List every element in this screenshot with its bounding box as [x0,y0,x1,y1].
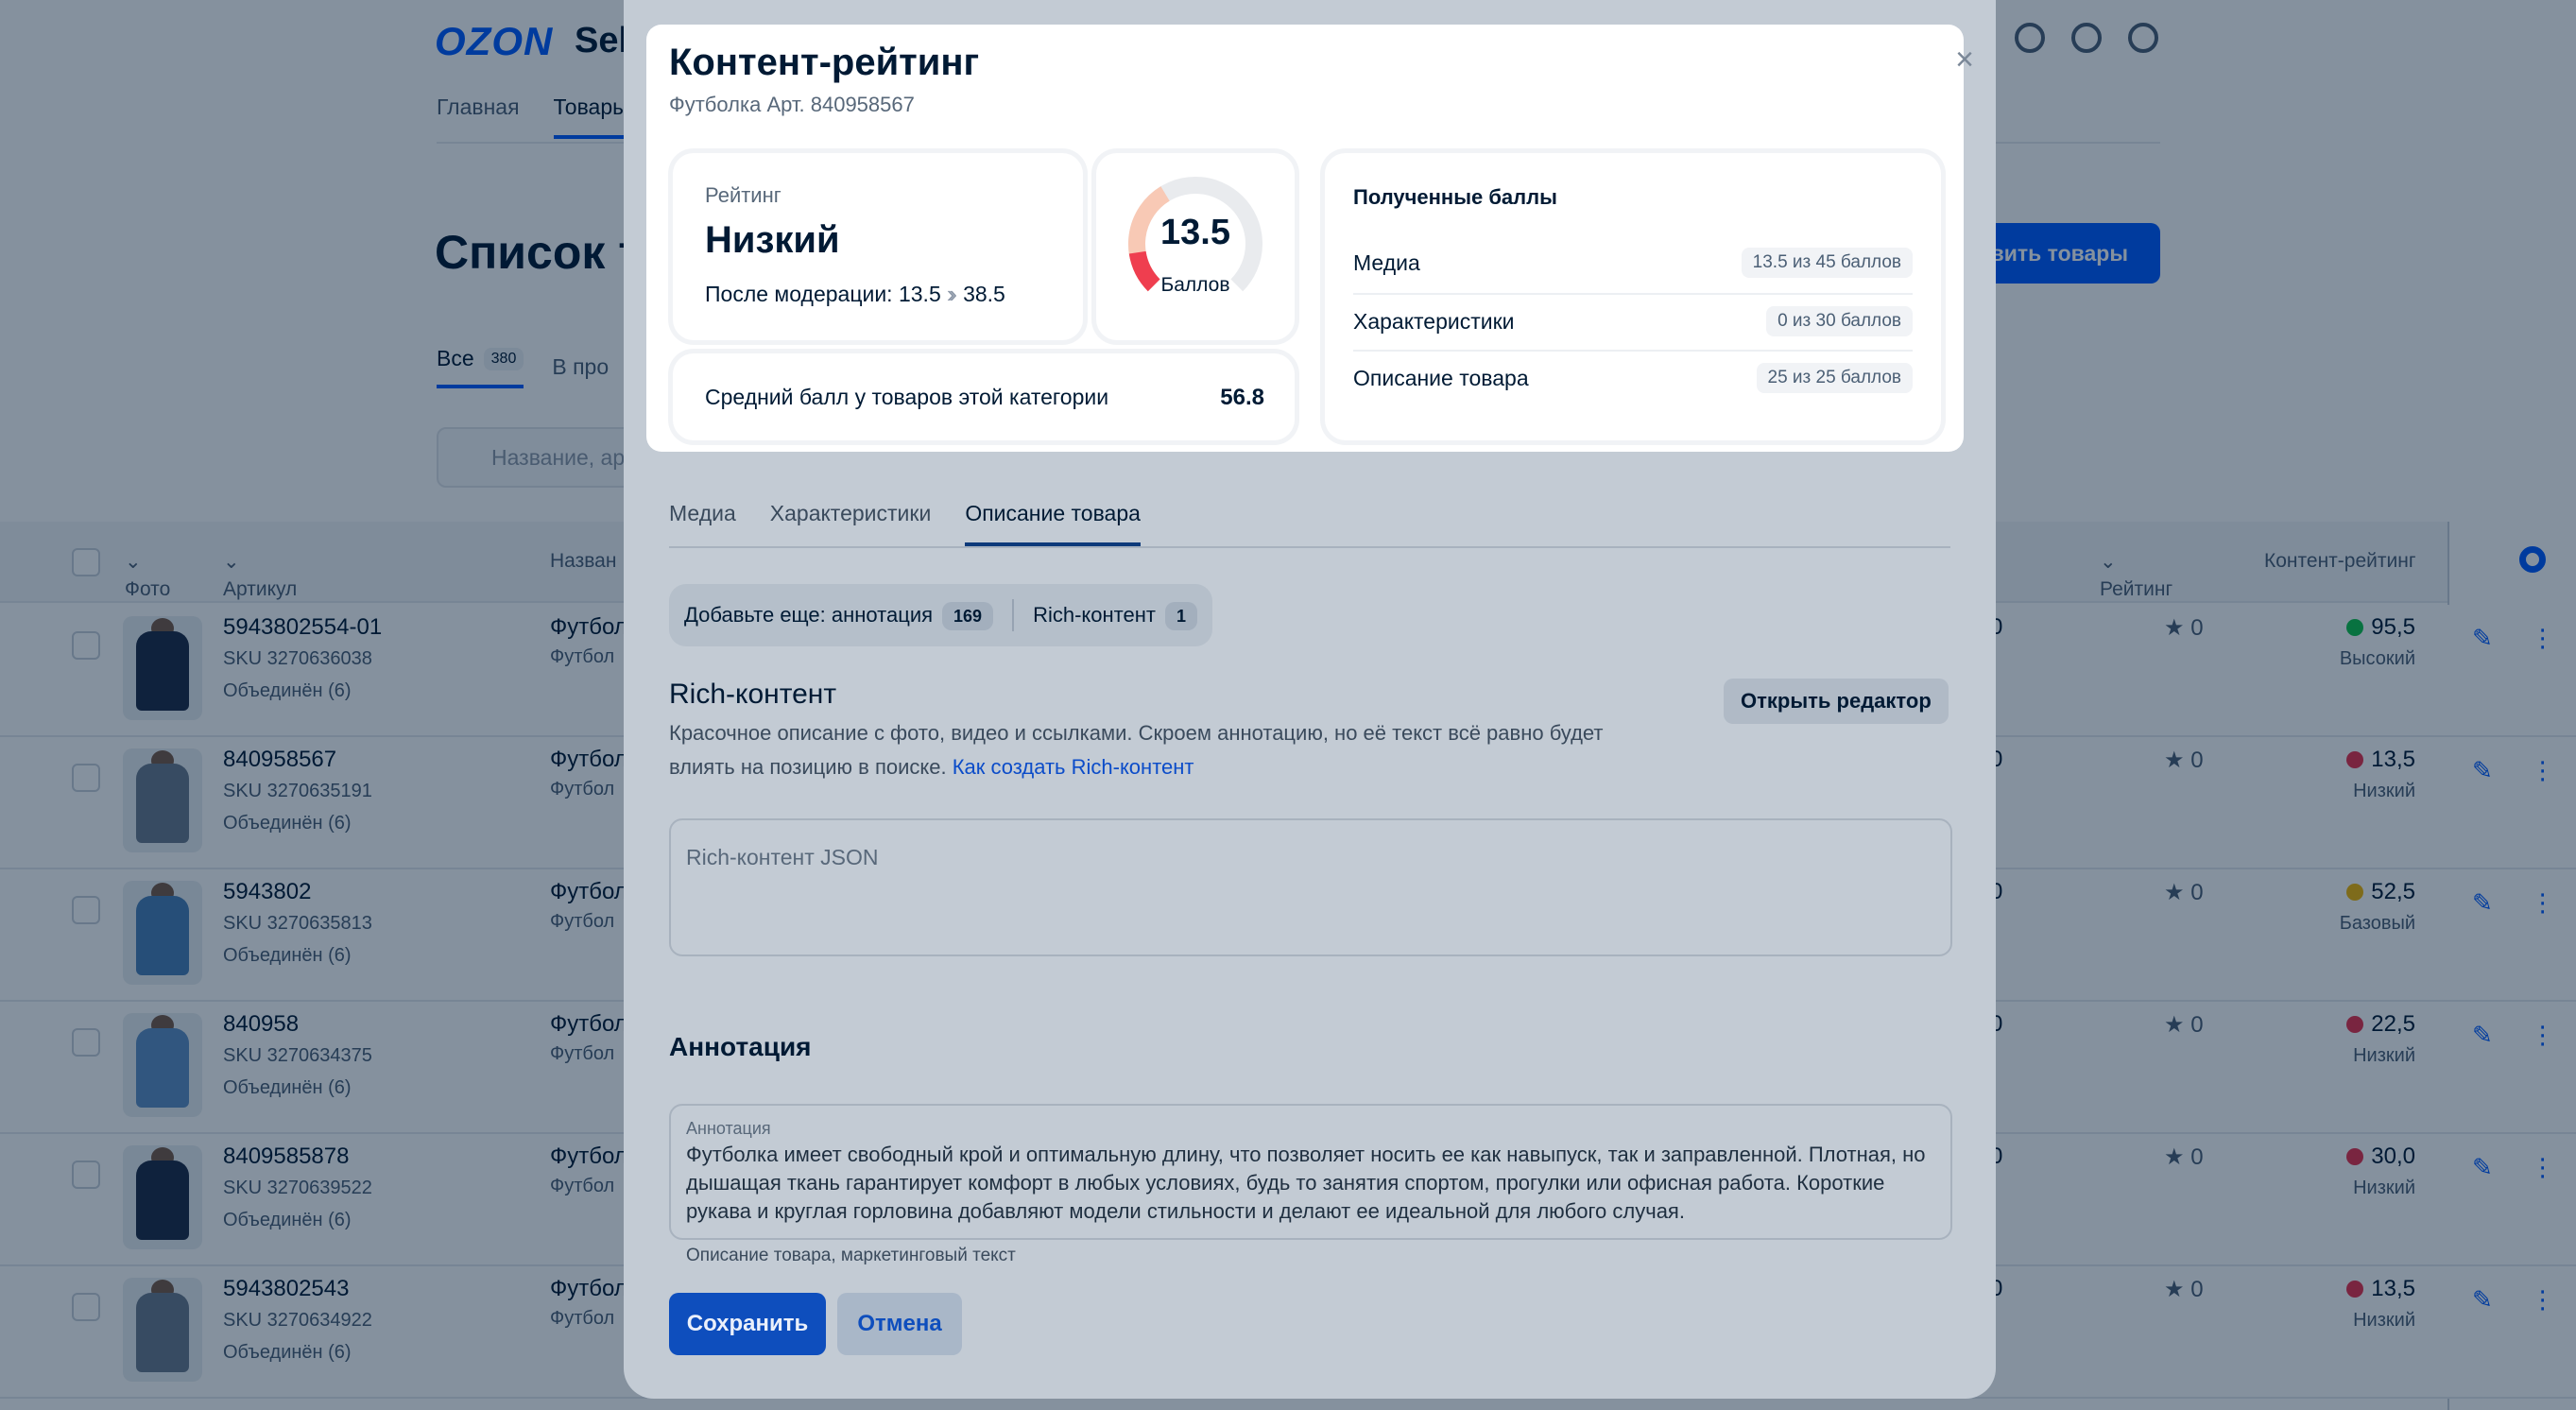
popup-subtitle: Футболка Арт. 840958567 [669,93,915,116]
points-label: Описание товара [1353,365,1529,390]
chip-annotation-label: Добавьте еще: аннотация [684,603,934,627]
rating-label: Рейтинг [705,183,781,207]
score-gauge-card: 13.5 Баллов [1096,153,1295,340]
rich-content-description: Красочное описание с фото, видео и ссылк… [669,716,1671,784]
chip-separator [1012,599,1015,631]
gauge-score-arc [1128,250,1160,292]
points-row-characteristics: Характеристики 0 из 30 баллов [1353,293,1913,350]
chip-rich-label: Rich-контент [1033,603,1156,627]
points-row-media: Медиа 13.5 из 45 баллов [1353,234,1913,291]
rich-help-link[interactable]: Как создать Rich-контент [953,755,1194,779]
points-title: Полученные баллы [1353,185,1557,209]
points-card: Полученные баллы Медиа 13.5 из 45 баллов… [1325,153,1941,440]
open-editor-button[interactable]: Открыть редактор [1724,679,1949,724]
points-value: 0 из 30 баллов [1766,306,1913,336]
chip-annotation[interactable]: Добавьте еще: аннотация 169 [684,602,994,630]
points-row-description: Описание товара 25 из 25 баллов [1353,350,1913,406]
double-chevron-icon: ›› [946,280,958,308]
tab-media[interactable]: Медиа [669,501,736,546]
rating-value: Низкий [705,219,840,261]
category-average-value: 56.8 [1220,385,1264,410]
rich-content-title: Rich-контент [669,679,837,710]
chip-rich-count: 1 [1164,602,1197,630]
category-average-card: Средний балл у товаров этой категории 56… [673,353,1295,440]
annotation-hint: Описание товара, маркетинговый текст [686,1246,1016,1265]
cancel-button[interactable]: Отмена [837,1293,962,1355]
points-value: 25 из 25 баллов [1756,363,1913,393]
score-gauge: 13.5 Баллов [1128,177,1262,296]
close-icon[interactable]: × [1949,43,1981,76]
annotation-title: Аннотация [669,1032,812,1061]
content-rating-popup: × Контент-рейтинг Футболка Арт. 84095856… [646,25,1974,452]
gauge-score-unit: Баллов [1160,274,1229,296]
annotation-text[interactable]: Футболка имеет свободный крой и оптималь… [686,1141,1935,1226]
chip-annotation-count: 169 [942,602,994,630]
gauge-score-value: 13.5 [1160,213,1230,252]
rating-card: Рейтинг Низкий После модерации: 13.5 ›› … [673,153,1083,340]
points-label: Медиа [1353,249,1420,275]
points-value: 13.5 из 45 баллов [1741,248,1913,278]
modal-tabs: Медиа Характеристики Описание товара [669,501,1950,548]
category-average-label: Средний балл у товаров этой категории [705,385,1109,409]
points-label: Характеристики [1353,308,1515,334]
chip-rich-content[interactable]: Rich-контент 1 [1033,602,1197,630]
popup-title: Контент-рейтинг [669,42,980,83]
after-moderation-label: После модерации: 13.5 [705,282,941,306]
after-moderation: После модерации: 13.5 ›› 38.5 [705,280,1005,309]
tab-characteristics[interactable]: Характеристики [770,501,932,546]
missing-fields-chips: Добавьте еще: аннотация 169 Rich-контент 1 [669,584,1212,646]
annotation-field-label: Аннотация [686,1119,771,1138]
after-moderation-target: 38.5 [963,282,1005,306]
tab-description[interactable]: Описание товара [965,501,1141,546]
rich-json-input[interactable]: Rich-контент JSON [669,818,1952,956]
annotation-textarea[interactable]: Аннотация Футболка имеет свободный крой … [669,1104,1952,1240]
save-button[interactable]: Сохранить [669,1293,826,1355]
